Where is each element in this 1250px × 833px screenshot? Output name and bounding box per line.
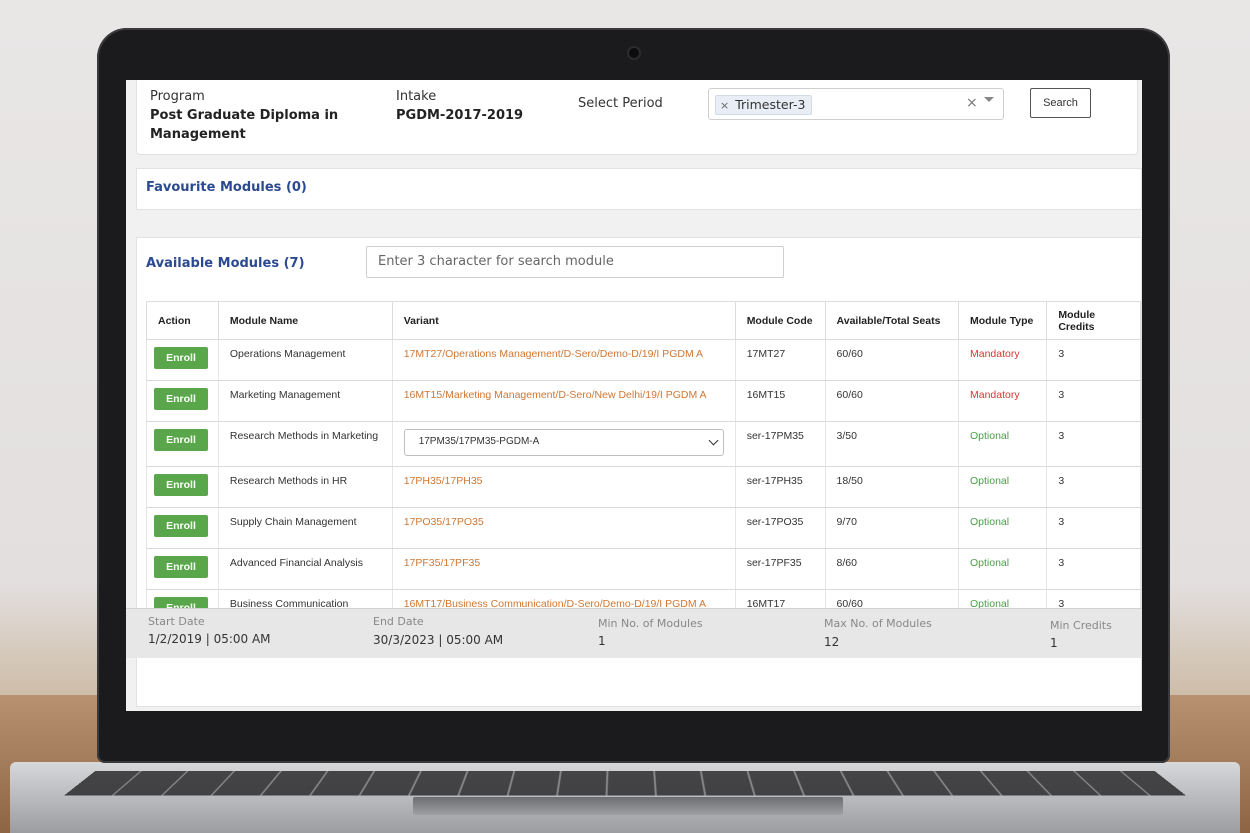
- seats: 60/60: [824, 339, 960, 381]
- module-name: Marketing Management: [217, 380, 393, 422]
- module-code: ser-17PF35: [734, 548, 826, 590]
- chevron-down-icon[interactable]: [708, 435, 719, 446]
- seats: 18/50: [824, 466, 960, 508]
- table-row: Enroll Operations Management 17MT27/Oper…: [146, 339, 1141, 381]
- favourite-modules-title[interactable]: Favourite Modules (0): [146, 180, 307, 195]
- variant-link[interactable]: 16MT15/Marketing Management/D-Sero/New D…: [404, 389, 707, 401]
- module-type: Mandatory: [970, 389, 1020, 401]
- enroll-button[interactable]: Enroll: [154, 556, 208, 578]
- max-modules-value: 12: [824, 635, 840, 649]
- module-code: ser-17PM35: [734, 421, 826, 467]
- available-modules-title[interactable]: Available Modules (7): [146, 256, 305, 271]
- module-search-input[interactable]: Enter 3 character for search module: [366, 246, 784, 278]
- module-name: Advanced Financial Analysis: [217, 548, 393, 590]
- program-value: Post Graduate Diploma in Management: [150, 108, 339, 142]
- min-credits-label: Min Credits: [1050, 619, 1112, 632]
- variant-link[interactable]: 17PH35/17PH35: [404, 475, 483, 487]
- table-row: Enroll Research Methods in Marketing 17P…: [146, 421, 1141, 467]
- module-code: ser-17PO35: [734, 507, 826, 549]
- intake-value: PGDM-2017-2019: [396, 108, 524, 123]
- max-modules-label: Max No. of Modules: [824, 617, 932, 630]
- module-code: 16MT15: [734, 380, 826, 422]
- search-button[interactable]: Search: [1030, 88, 1091, 118]
- table-header-row: Action Module Name Variant Module Code A…: [146, 301, 1141, 340]
- module-credits: 3: [1046, 421, 1141, 467]
- intake-label: Intake: [396, 89, 437, 104]
- module-type: Optional: [970, 430, 1010, 442]
- module-type: Optional: [970, 516, 1010, 528]
- module-credits: 3: [1046, 466, 1141, 508]
- module-name: Research Methods in HR: [217, 466, 393, 508]
- min-credits-value: 1: [1050, 636, 1058, 650]
- program-header: Program Post Graduate Diploma in Managem…: [136, 80, 1138, 155]
- min-modules-label: Min No. of Modules: [598, 617, 703, 630]
- chip-remove-icon[interactable]: ×: [720, 99, 729, 112]
- seats: 60/60: [824, 380, 960, 422]
- module-code: 17MT27: [734, 339, 826, 381]
- module-credits: 3: [1046, 507, 1141, 549]
- enroll-button[interactable]: Enroll: [154, 388, 208, 410]
- module-credits: 3: [1046, 339, 1141, 381]
- module-name: Supply Chain Management: [217, 507, 393, 549]
- app-screen: Program Post Graduate Diploma in Managem…: [126, 80, 1142, 711]
- variant-select-value: 17PM35/17PM35-PGDM-A: [418, 436, 540, 447]
- seats: 9/70: [824, 507, 960, 549]
- variant-link[interactable]: 17MT27/Operations Management/D-Sero/Demo…: [404, 348, 703, 360]
- variant-link[interactable]: 17PF35/17PF35: [404, 557, 480, 569]
- table-row: Enroll Supply Chain Management 17PO35/17…: [146, 507, 1141, 549]
- webcam-icon: [627, 46, 641, 60]
- start-date-value: 1/2/2019 | 05:00 AM: [148, 632, 271, 646]
- enroll-button[interactable]: Enroll: [154, 429, 208, 451]
- table-row: Enroll Advanced Financial Analysis 17PF3…: [146, 548, 1141, 590]
- enroll-button[interactable]: Enroll: [154, 474, 208, 496]
- col-module-credits: Module Credits: [1046, 301, 1141, 340]
- period-chip-label: Trimester-3: [735, 97, 806, 112]
- min-modules-value: 1: [598, 634, 606, 648]
- module-credits: 3: [1046, 380, 1141, 422]
- seats: 3/50: [824, 421, 960, 467]
- variant-link[interactable]: 17PO35/17PO35: [404, 516, 484, 528]
- module-name: Operations Management: [217, 339, 393, 381]
- start-date-label: Start Date: [148, 615, 205, 628]
- col-seats: Available/Total Seats: [824, 301, 960, 340]
- laptop-keyboard: [63, 771, 1187, 796]
- period-select[interactable]: × Trimester-3 ×: [708, 88, 1004, 120]
- module-type: Optional: [970, 557, 1010, 569]
- module-type: Mandatory: [970, 348, 1020, 360]
- col-module-code: Module Code: [734, 301, 826, 340]
- period-chip[interactable]: × Trimester-3: [715, 95, 813, 115]
- table-row: Enroll Marketing Management 16MT15/Marke…: [146, 380, 1141, 422]
- col-action: Action: [146, 301, 219, 340]
- clear-icon[interactable]: ×: [966, 95, 978, 111]
- enrollment-summary-footer: Start Date 1/2/2019 | 05:00 AM End Date …: [126, 608, 1142, 658]
- end-date-label: End Date: [373, 615, 424, 628]
- modules-table: Action Module Name Variant Module Code A…: [146, 301, 1141, 631]
- end-date-value: 30/3/2023 | 05:00 AM: [373, 633, 504, 647]
- period-label: Select Period: [578, 96, 663, 111]
- enroll-button[interactable]: Enroll: [154, 515, 208, 537]
- module-name: Research Methods in Marketing: [217, 421, 393, 467]
- col-module-type: Module Type: [957, 301, 1048, 340]
- module-type: Optional: [970, 475, 1010, 487]
- laptop-trackpad: [413, 797, 843, 815]
- module-code: ser-17PH35: [734, 466, 826, 508]
- favourite-modules-panel: Favourite Modules (0): [136, 168, 1142, 210]
- chevron-down-icon[interactable]: [984, 97, 994, 102]
- program-label: Program: [150, 89, 205, 104]
- table-row: Enroll Research Methods in HR 17PH35/17P…: [146, 466, 1141, 508]
- module-credits: 3: [1046, 548, 1141, 590]
- col-module-name: Module Name: [217, 301, 393, 340]
- seats: 8/60: [824, 548, 960, 590]
- col-variant: Variant: [391, 301, 736, 340]
- variant-select[interactable]: 17PM35/17PM35-PGDM-A: [403, 429, 724, 456]
- enroll-button[interactable]: Enroll: [154, 347, 208, 369]
